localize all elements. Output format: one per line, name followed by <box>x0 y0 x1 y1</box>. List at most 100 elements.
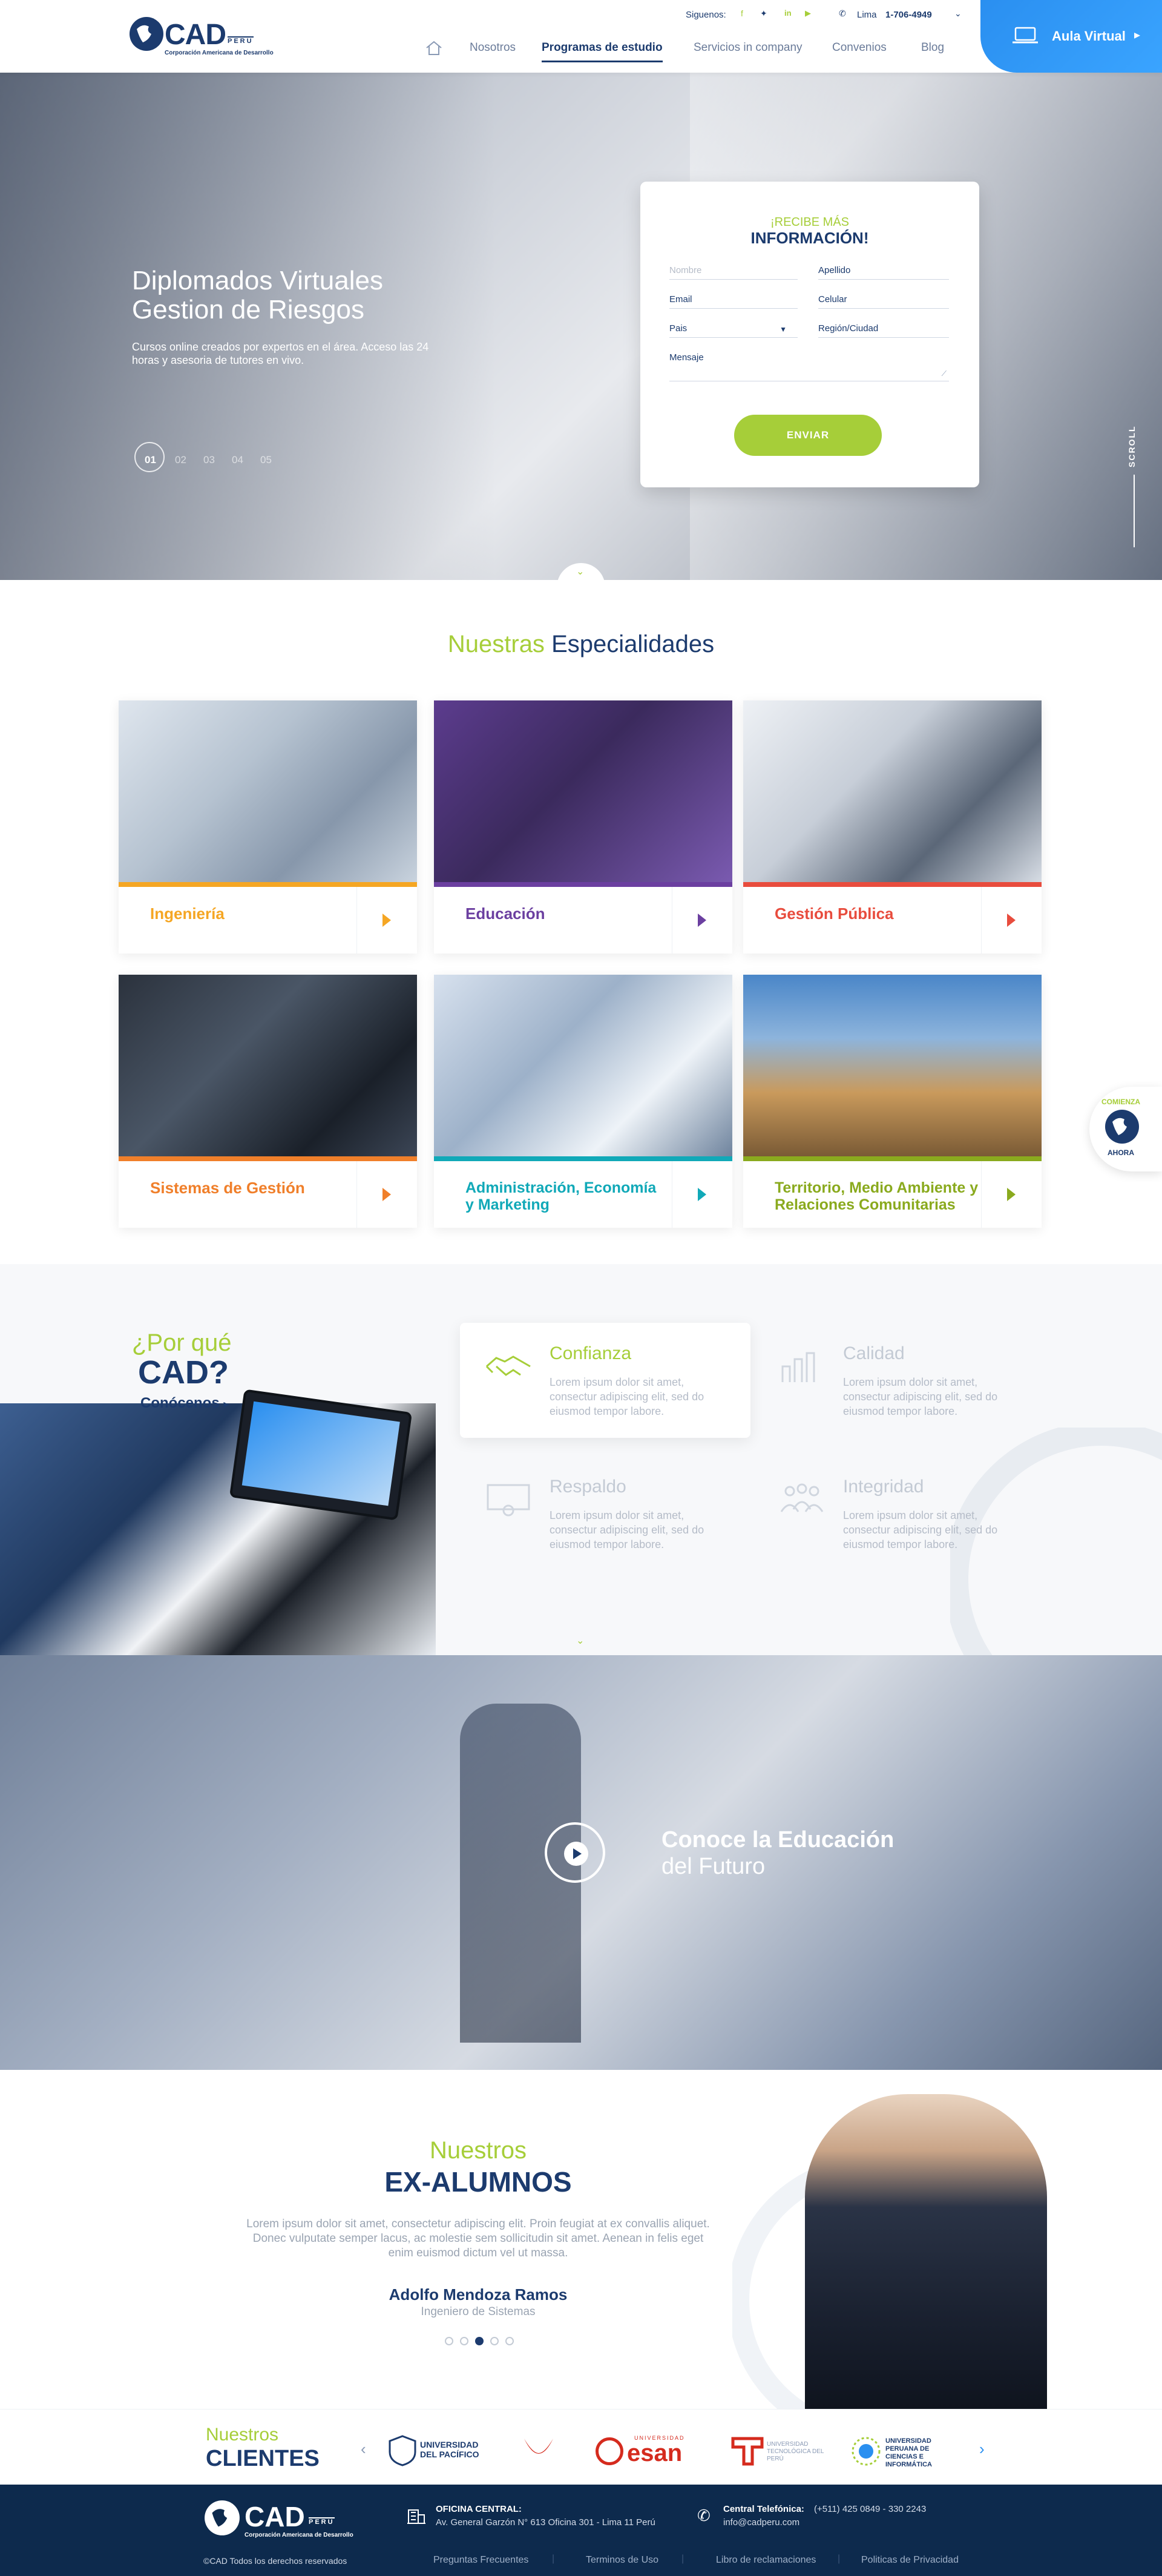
chevron-right-icon: ▸ <box>1134 28 1141 42</box>
facebook-icon[interactable]: f <box>741 8 743 18</box>
copyright: ©CAD Todos los derechos reservados <box>203 2556 347 2566</box>
card-territorio[interactable]: Territorio, Medio Ambiente y Relaciones … <box>743 975 1042 1228</box>
footer-brand-country: PERU <box>309 2517 335 2526</box>
card-ingenieria[interactable]: Ingeniería <box>119 700 417 954</box>
sun-emblem-icon <box>852 2437 881 2466</box>
card-label: Gestión Pública <box>775 904 894 923</box>
arrow-right-icon[interactable] <box>356 887 417 954</box>
carousel-dot-active[interactable] <box>475 2337 484 2345</box>
form-title-top: ¡RECIBE MÁS <box>770 216 850 229</box>
team-icon <box>780 1483 824 1512</box>
home-icon[interactable] <box>425 40 443 56</box>
hero-title: Diplomados Virtuales Gestion de Riesgos <box>132 266 383 324</box>
pais-select[interactable]: Pais ▼ <box>669 323 798 338</box>
feature-respaldo: Respaldo Lorem ipsum dolor sit amet, con… <box>460 1456 750 1571</box>
apellido-field[interactable]: Apellido <box>818 265 949 280</box>
chevron-right-icon: ▸ <box>223 1398 229 1410</box>
carousel-dot[interactable] <box>505 2337 514 2345</box>
video-title-2: del Futuro <box>661 1854 766 1879</box>
link-terminos[interactable]: Terminos de Uso <box>586 2555 658 2566</box>
card-image <box>119 700 417 882</box>
play-button[interactable] <box>545 1822 605 1883</box>
arrow-right-icon[interactable] <box>356 1161 417 1228</box>
link-reclamaciones[interactable]: Libro de reclamaciones <box>716 2555 816 2566</box>
mensaje-field[interactable]: Mensaje ⟋ <box>669 352 949 381</box>
client-logo-up: UNIVERSIDAD DEL PACÍFICO <box>389 2433 491 2469</box>
resize-icon: ⟋ <box>941 369 947 378</box>
conocenos-link[interactable]: Conócenos ▸ <box>140 1395 229 1412</box>
chevron-down-icon[interactable]: ⌄ <box>954 8 962 19</box>
twitter-icon[interactable]: ✦ <box>760 8 767 19</box>
feature-title: Confianza <box>550 1343 632 1363</box>
building-icon <box>407 2509 425 2524</box>
phone-number[interactable]: 1-706-4949 <box>885 10 932 20</box>
why-cad: CAD? <box>138 1354 229 1391</box>
form-title-bottom: INFORMACIÓN! <box>750 229 869 247</box>
card-color-bar <box>119 882 417 887</box>
alumni-role: Ingeniero de Sistemas <box>421 2305 536 2318</box>
slide-dot-2[interactable]: 02 <box>175 454 186 466</box>
nombre-field[interactable]: Nombre <box>669 265 798 280</box>
enviar-button[interactable]: ENVIAR <box>734 415 882 456</box>
card-image <box>743 700 1042 882</box>
link-privacidad[interactable]: Politicas de Privacidad <box>861 2555 959 2566</box>
arrow-right-icon[interactable] <box>981 1161 1042 1228</box>
why-question: ¿Por qué <box>132 1329 232 1356</box>
email-field[interactable]: Email <box>669 294 798 309</box>
client-logo-esan: UNIVERSIDAD esan <box>596 2433 704 2469</box>
phone-icon: ✆ <box>839 8 846 18</box>
globe-logo-icon <box>130 17 163 51</box>
phone-numbers[interactable]: (+511) 425 0849 - 330 2243 <box>814 2504 926 2514</box>
slide-dot-4[interactable]: 04 <box>232 454 243 466</box>
scroll-label[interactable]: SCROLL <box>1127 425 1137 467</box>
slide-dot-1[interactable]: 01 <box>145 454 156 466</box>
nav-nosotros[interactable]: Nosotros <box>470 41 516 54</box>
card-educacion[interactable]: Educación <box>434 700 732 954</box>
phone-icon: ✆ <box>697 2506 711 2525</box>
comienza-ahora-badge[interactable]: COMIENZA AHORA <box>1089 1087 1162 1171</box>
nav-blog[interactable]: Blog <box>921 41 944 54</box>
carousel-dot[interactable] <box>460 2337 468 2345</box>
carousel-dot[interactable] <box>490 2337 499 2345</box>
footer-email[interactable]: info@cadperu.com <box>723 2517 799 2528</box>
arrow-right-icon[interactable] <box>981 887 1042 954</box>
link-faq[interactable]: Preguntas Frecuentes <box>433 2555 528 2566</box>
chevron-right-icon[interactable]: › <box>979 2440 985 2459</box>
footer-brand[interactable]: CAD <box>245 2500 305 2533</box>
caret-down-icon: ▼ <box>780 325 787 334</box>
linkedin-icon[interactable]: in <box>784 8 792 18</box>
region-field[interactable]: Región/Ciudad <box>818 323 949 338</box>
aula-virtual-button[interactable]: Aula Virtual ▸ <box>980 0 1162 73</box>
divider: | <box>552 2554 555 2564</box>
feature-title: Integridad <box>843 1477 924 1497</box>
nav-convenios[interactable]: Convenios <box>832 41 887 54</box>
phone-label: Central Telefónica: <box>723 2504 804 2514</box>
slide-dot-3[interactable]: 03 <box>203 454 215 466</box>
double-chevron-down-icon[interactable]: ⌄ <box>576 1635 584 1647</box>
feature-desc: Lorem ipsum dolor sit amet, consectur ad… <box>843 1376 998 1417</box>
card-gestion-publica[interactable]: Gestión Pública <box>743 700 1042 954</box>
feature-integridad: Integridad Lorem ipsum dolor sit amet, c… <box>753 1456 1044 1571</box>
arrow-right-icon[interactable] <box>672 1161 732 1228</box>
mensaje-label: Mensaje <box>669 352 704 363</box>
slide-dot-5[interactable]: 05 <box>260 454 272 466</box>
card-sistemas-gestion[interactable]: Sistemas de Gestión <box>119 975 417 1228</box>
nav-servicios[interactable]: Servicios in company <box>694 41 803 54</box>
arrow-right-icon[interactable] <box>672 887 732 954</box>
card-color-bar <box>743 882 1042 887</box>
globe-icon <box>1105 1110 1139 1144</box>
pais-label: Pais <box>669 323 688 334</box>
feature-desc: Lorem ipsum dolor sit amet, consectur ad… <box>843 1509 998 1550</box>
youtube-icon[interactable]: ▶ <box>805 8 811 18</box>
chevron-left-icon[interactable]: ‹ <box>361 2440 366 2459</box>
brand-name[interactable]: CAD <box>165 18 226 51</box>
card-administracion[interactable]: Administración, Economía y Marketing <box>434 975 732 1228</box>
card-image <box>434 700 732 882</box>
nav-programas[interactable]: Programas de estudio <box>542 41 663 54</box>
certificate-icon <box>487 1484 530 1517</box>
upc-emblem-icon <box>524 2439 553 2454</box>
double-chevron-down-icon[interactable]: ⌄ <box>576 565 584 578</box>
celular-field[interactable]: Celular <box>818 294 949 309</box>
card-label: Administración, Economía y Marketing <box>465 1179 657 1213</box>
carousel-dot[interactable] <box>445 2337 453 2345</box>
